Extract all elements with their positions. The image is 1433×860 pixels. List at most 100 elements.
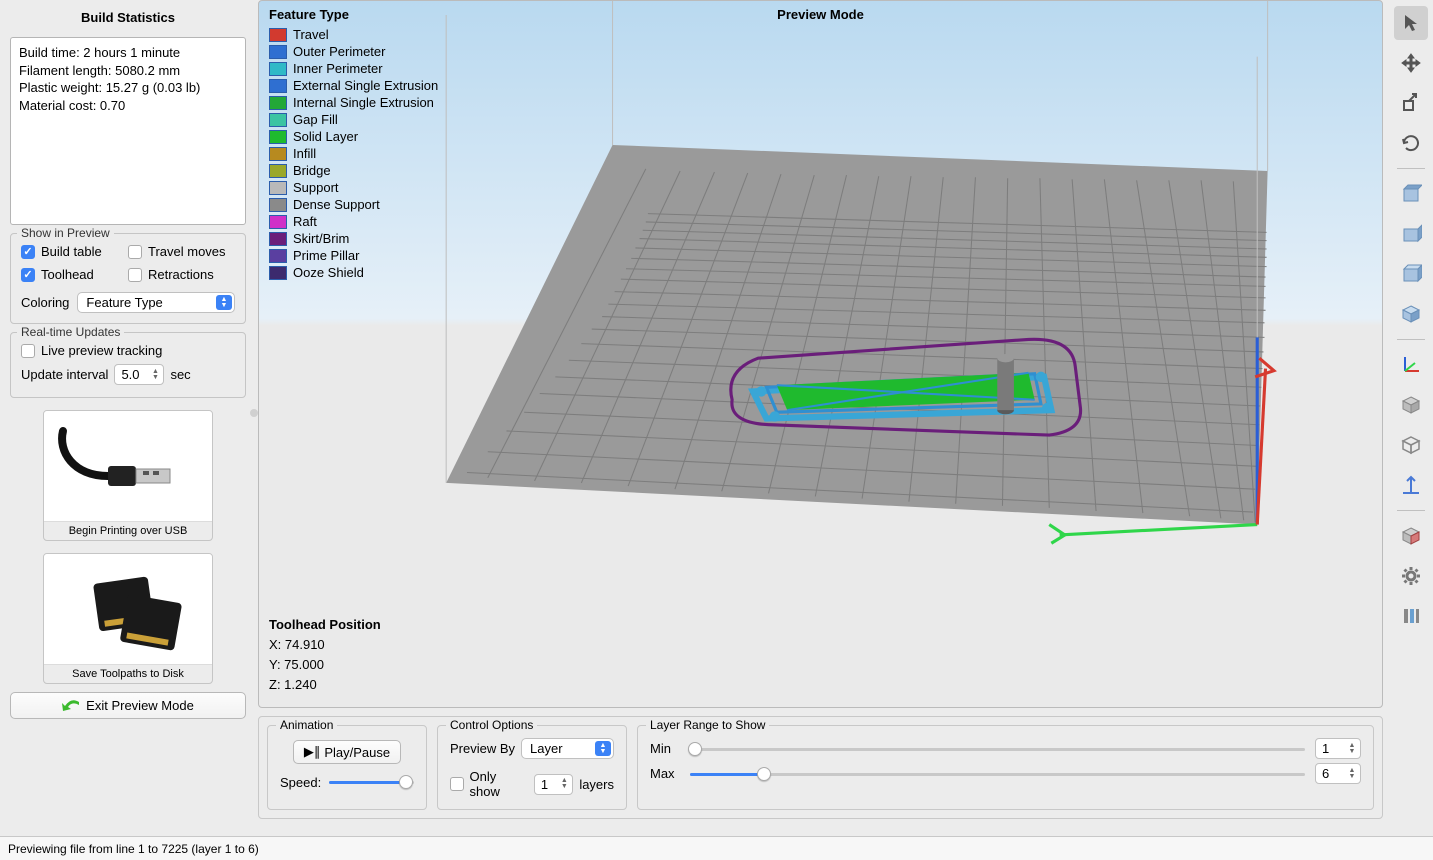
chevron-updown-icon: ▲▼ xyxy=(216,295,232,310)
build-table-checkbox[interactable] xyxy=(21,245,35,259)
max-slider[interactable] xyxy=(690,766,1305,782)
legend-row: Inner Perimeter xyxy=(269,60,438,77)
legend-swatch xyxy=(269,130,287,144)
legend-swatch xyxy=(269,164,287,178)
legend-swatch xyxy=(269,45,287,59)
preview-by-label: Preview By xyxy=(450,741,515,756)
group-legend: Show in Preview xyxy=(17,226,114,240)
legend-row: Solid Layer xyxy=(269,128,438,145)
legend-swatch xyxy=(269,215,287,229)
legend-swatch xyxy=(269,147,287,161)
animation-group: Animation ▶∥ Play/Pause Speed: xyxy=(267,725,427,810)
update-interval-input[interactable]: 5.0 ▲▼ xyxy=(114,364,164,385)
normals-view-button[interactable] xyxy=(1394,468,1428,502)
view-side-button[interactable] xyxy=(1394,257,1428,291)
toolhead-y: Y: 75.000 xyxy=(269,655,381,675)
legend-swatch xyxy=(269,62,287,76)
legend-swatch xyxy=(269,232,287,246)
feature-legend: Feature Type TravelOuter PerimeterInner … xyxy=(269,7,438,281)
toolhead-position: Toolhead Position X: 74.910 Y: 75.000 Z:… xyxy=(269,615,381,695)
legend-label: Ooze Shield xyxy=(293,264,364,281)
legend-label: Infill xyxy=(293,145,316,162)
machine-button[interactable] xyxy=(1394,599,1428,633)
settings-button[interactable] xyxy=(1394,559,1428,593)
legend-row: Raft xyxy=(269,213,438,230)
only-show-count-input[interactable]: 1 ▲▼ xyxy=(534,774,573,795)
disk-card-label: Save Toolpaths to Disk xyxy=(44,664,212,683)
toolhead-checkbox[interactable] xyxy=(21,268,35,282)
move-tool-button[interactable] xyxy=(1394,46,1428,80)
usb-card-label: Begin Printing over USB xyxy=(44,521,212,540)
exit-preview-button[interactable]: Exit Preview Mode xyxy=(10,692,246,719)
panel-resize-handle[interactable] xyxy=(250,409,258,417)
legend-label: Support xyxy=(293,179,339,196)
legend-label: Internal Single Extrusion xyxy=(293,94,434,111)
legend-row: Ooze Shield xyxy=(269,264,438,281)
back-arrow-icon xyxy=(62,699,80,713)
legend-row: Outer Perimeter xyxy=(269,43,438,60)
toolbar-separator xyxy=(1397,510,1425,511)
stat-line: Plastic weight: 15.27 g (0.03 lb) xyxy=(19,79,237,97)
coloring-select[interactable]: Feature Type ▲▼ xyxy=(77,292,235,313)
stat-line: Build time: 2 hours 1 minute xyxy=(19,44,237,62)
play-pause-button[interactable]: ▶∥ Play/Pause xyxy=(293,740,401,764)
show-in-preview-group: Show in Preview Build table Travel moves… xyxy=(10,233,246,324)
legend-swatch xyxy=(269,113,287,127)
coloring-label: Coloring xyxy=(21,295,69,310)
legend-label: Raft xyxy=(293,213,317,230)
only-show-checkbox[interactable] xyxy=(450,777,464,791)
view-front-button[interactable] xyxy=(1394,217,1428,251)
legend-row: Gap Fill xyxy=(269,111,438,128)
legend-row: Bridge xyxy=(269,162,438,179)
live-preview-label: Live preview tracking xyxy=(41,343,162,358)
save-disk-card[interactable]: Save Toolpaths to Disk xyxy=(43,553,213,684)
live-preview-checkbox[interactable] xyxy=(21,344,35,358)
chevron-updown-icon: ▲▼ xyxy=(595,741,611,756)
legend-swatch xyxy=(269,96,287,110)
group-legend: Animation xyxy=(276,718,337,732)
legend-row: Support xyxy=(269,179,438,196)
group-legend: Layer Range to Show xyxy=(646,718,769,732)
cross-section-button[interactable] xyxy=(1394,519,1428,553)
legend-row: External Single Extrusion xyxy=(269,77,438,94)
scale-tool-button[interactable] xyxy=(1394,86,1428,120)
rotate-tool-button[interactable] xyxy=(1394,126,1428,160)
legend-swatch xyxy=(269,249,287,263)
print-usb-card[interactable]: Begin Printing over USB xyxy=(43,410,213,541)
preview-by-select[interactable]: Layer ▲▼ xyxy=(521,738,614,759)
bottom-controls: Animation ▶∥ Play/Pause Speed: Contro xyxy=(258,716,1383,819)
legend-label: Bridge xyxy=(293,162,331,179)
toolbar-separator xyxy=(1397,168,1425,169)
axes-toggle-button[interactable] xyxy=(1394,348,1428,382)
legend-label: Inner Perimeter xyxy=(293,60,383,77)
retractions-checkbox[interactable] xyxy=(128,268,142,282)
build-statistics-box: Build time: 2 hours 1 minute Filament le… xyxy=(10,37,246,225)
select-tool-button[interactable] xyxy=(1394,6,1428,40)
legend-row: Prime Pillar xyxy=(269,247,438,264)
stepper-arrows-icon: ▲▼ xyxy=(1346,740,1358,757)
right-toolbar xyxy=(1389,0,1433,825)
legend-row: Internal Single Extrusion xyxy=(269,94,438,111)
min-value-input[interactable]: 1 ▲▼ xyxy=(1315,738,1361,759)
preview-viewport[interactable]: Feature Type TravelOuter PerimeterInner … xyxy=(258,0,1383,708)
toolbar-separator xyxy=(1397,339,1425,340)
speed-slider[interactable] xyxy=(329,774,414,790)
view-iso-button[interactable] xyxy=(1394,297,1428,331)
legend-swatch xyxy=(269,28,287,42)
legend-swatch xyxy=(269,266,287,280)
legend-swatch xyxy=(269,79,287,93)
toolhead-position-title: Toolhead Position xyxy=(269,615,381,635)
legend-label: Travel xyxy=(293,26,329,43)
coloring-value: Feature Type xyxy=(86,295,162,310)
travel-moves-label: Travel moves xyxy=(148,244,226,259)
solid-view-button[interactable] xyxy=(1394,388,1428,422)
layer-range-group: Layer Range to Show Min 1 ▲▼ Max xyxy=(637,725,1374,810)
legend-label: Gap Fill xyxy=(293,111,338,128)
legend-row: Infill xyxy=(269,145,438,162)
min-slider[interactable] xyxy=(690,741,1305,757)
max-value-input[interactable]: 6 ▲▼ xyxy=(1315,763,1361,784)
legend-row: Travel xyxy=(269,26,438,43)
view-top-button[interactable] xyxy=(1394,177,1428,211)
travel-moves-checkbox[interactable] xyxy=(128,245,142,259)
wireframe-view-button[interactable] xyxy=(1394,428,1428,462)
